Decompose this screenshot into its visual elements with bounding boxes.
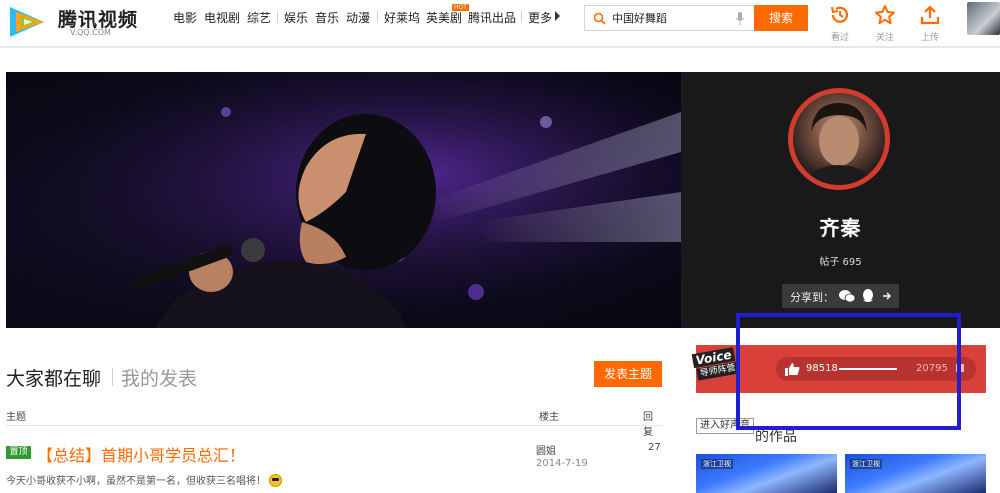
topic-list-header: 主题 楼主 回复: [6, 404, 662, 438]
search-input[interactable]: [612, 11, 722, 24]
search-bar: 搜索: [584, 5, 808, 31]
history-label: 看过: [830, 33, 849, 43]
topic-reply-count: 27: [648, 442, 661, 453]
column-author: 楼主: [539, 412, 559, 423]
search-icon: [593, 12, 606, 25]
nav-item-tv[interactable]: 电视剧: [204, 9, 240, 26]
column-subject: 主题: [6, 412, 26, 423]
nav-item-more[interactable]: 更多: [528, 9, 552, 26]
highlight-annotation: [736, 313, 961, 430]
hot-badge: HOT: [452, 4, 469, 11]
history-button[interactable]: 看过: [823, 4, 857, 43]
upload-button[interactable]: 上传: [913, 4, 947, 43]
topic-author[interactable]: 圆姐: [536, 442, 556, 457]
chevron-right-icon: [555, 11, 560, 21]
search-box[interactable]: [584, 5, 754, 31]
artist-avatar-image: [793, 93, 885, 185]
star-icon: [875, 5, 895, 25]
pinned-badge: 置顶: [6, 446, 31, 459]
wechat-icon[interactable]: [839, 289, 855, 303]
channel-tag: 浙江卫视: [701, 459, 733, 469]
topic-excerpt: 今天小哥收获不小啊，虽然不是第一名，但收获三名唱将！: [6, 472, 282, 487]
arrow-right-icon[interactable]: [882, 291, 892, 301]
artist-portrait: [803, 103, 875, 185]
video-thumbnail[interactable]: 浙江卫视: [696, 454, 837, 493]
topic-row[interactable]: 置顶 【总结】首期小哥学员总汇！ 今天小哥收获不小啊，虽然不是第一名，但收获三名…: [6, 436, 662, 493]
user-avatar[interactable]: [967, 2, 1000, 35]
header-divider: [0, 46, 1000, 48]
topic-date: 2014-7-19: [536, 458, 588, 469]
qq-icon[interactable]: [861, 288, 875, 304]
tab-divider: [112, 368, 113, 386]
follow-label: 关注: [875, 33, 894, 43]
top-bar: 腾讯视频 V.QQ.COM 电影 电视剧 综艺 娱乐 音乐 动漫 好莱坞 英美剧…: [0, 0, 1000, 46]
share-label: 分享到：: [790, 291, 834, 304]
nav-item-variety[interactable]: 综艺: [247, 9, 271, 26]
channel-tag: 浙江卫视: [850, 459, 882, 469]
tab-everyone-chatting[interactable]: 大家都在聊: [6, 364, 101, 391]
site-logo[interactable]: 腾讯视频 V.QQ.COM: [6, 3, 137, 43]
artist-info-panel: 齐秦 帖子 695 分享到：: [681, 72, 1000, 328]
artist-post-count: 帖子 695: [819, 257, 862, 268]
logo-subtitle: V.QQ.COM: [70, 28, 111, 37]
column-replies: 回复: [643, 412, 653, 438]
follow-button[interactable]: 关注: [868, 4, 902, 43]
nav-item-tencent-original[interactable]: 腾讯出品: [468, 9, 516, 26]
singer-performing-image: [6, 72, 681, 328]
nav-item-movies[interactable]: 电影: [173, 9, 197, 26]
artist-name: 齐秦: [819, 216, 862, 240]
topic-excerpt-text: 今天小哥收获不小啊，虽然不是第一名，但收获三名唱将！: [6, 476, 266, 487]
nav-divider: [277, 11, 278, 23]
nav-item-hollywood[interactable]: 好莱坞: [384, 9, 420, 26]
artist-avatar[interactable]: [788, 88, 890, 190]
nav-item-entertainment[interactable]: 娱乐: [284, 9, 308, 26]
nav-divider: [377, 11, 378, 23]
new-topic-button[interactable]: 发表主题: [594, 361, 662, 387]
topic-title[interactable]: 【总结】首期小哥学员总汇！: [37, 442, 245, 466]
artist-cover-photo: [6, 72, 681, 328]
microphone-icon[interactable]: [735, 12, 745, 26]
artist-banner: 齐秦 帖子 695 分享到：: [6, 72, 1000, 328]
upload-label: 上传: [920, 33, 939, 43]
upload-icon: [920, 5, 940, 25]
nav-item-us-uk-drama[interactable]: 英美剧: [426, 9, 462, 26]
share-bar: 分享到：: [782, 284, 899, 308]
tab-my-posts[interactable]: 我的发表: [121, 364, 197, 391]
nav-divider: [521, 11, 522, 23]
video-thumbnail[interactable]: 浙江卫视: [845, 454, 986, 493]
nav-item-music[interactable]: 音乐: [315, 9, 339, 26]
nav-item-anime[interactable]: 动漫: [346, 9, 370, 26]
search-button[interactable]: 搜索: [754, 5, 808, 31]
logo-play-icon: [10, 7, 44, 37]
cool-emoji-icon: [269, 474, 282, 487]
history-icon: [831, 6, 849, 23]
